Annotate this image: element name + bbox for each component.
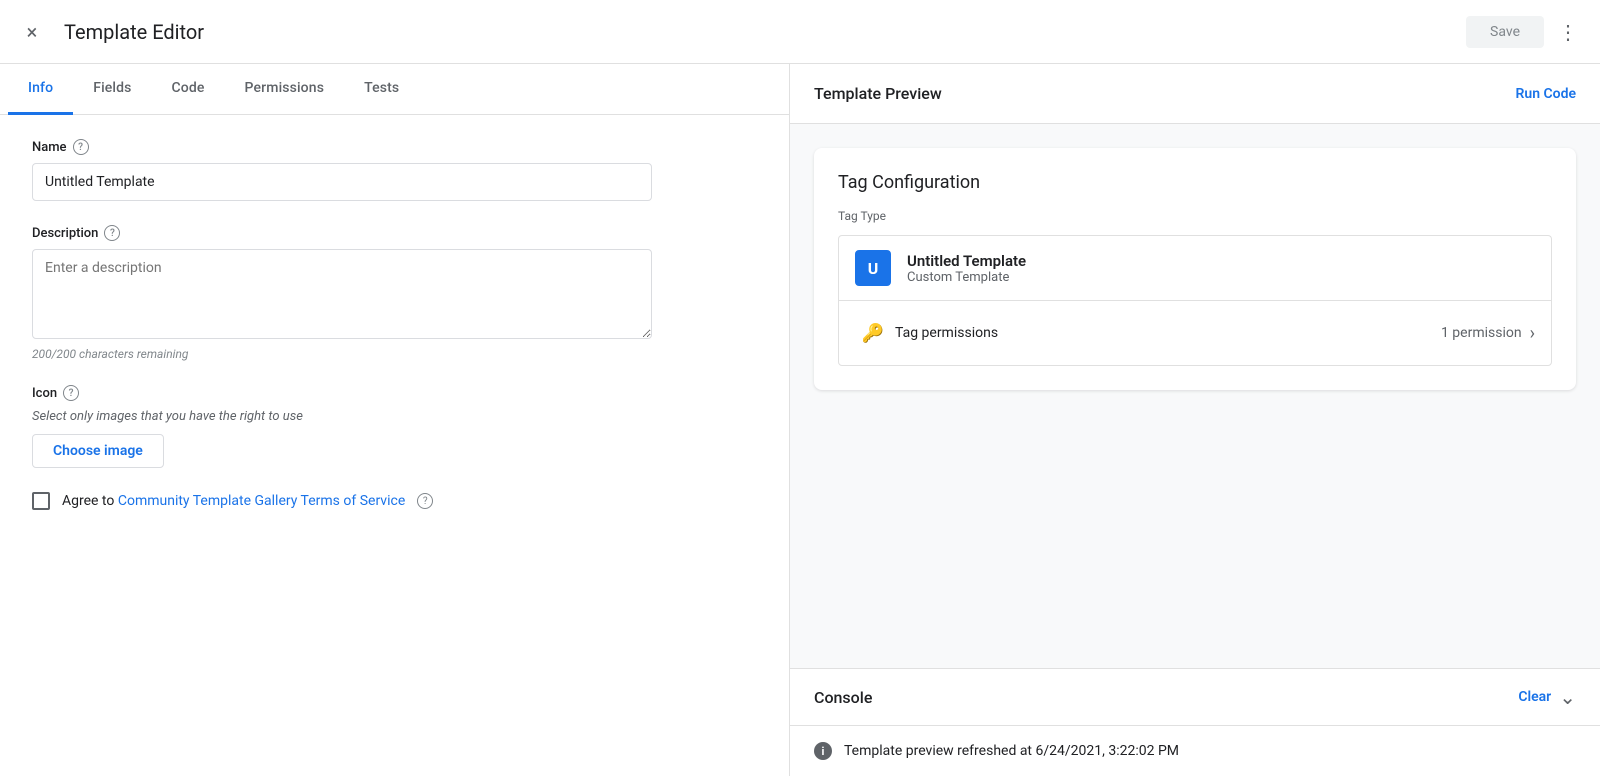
console-clear-button[interactable]: Clear: [1518, 689, 1551, 705]
more-options-icon[interactable]: ⋮: [1552, 16, 1584, 48]
tag-config-title: Tag Configuration: [838, 172, 1552, 193]
page-title: Template Editor: [64, 20, 204, 44]
tab-fields[interactable]: Fields: [73, 64, 151, 115]
tab-permissions[interactable]: Permissions: [225, 64, 345, 115]
header-right: Save ⋮: [1466, 16, 1584, 48]
tab-info[interactable]: Info: [8, 64, 73, 115]
app-header: × Template Editor Save ⋮: [0, 0, 1600, 64]
icon-field-group: Icon ? Select only images that you have …: [32, 385, 757, 468]
tabs-container: Info Fields Code Permissions Tests: [0, 64, 789, 115]
preview-header: Template Preview Run Code: [790, 64, 1600, 124]
tag-info: Untitled Template Custom Template: [907, 252, 1026, 285]
key-icon: 🔑: [855, 315, 891, 351]
name-help-icon[interactable]: ?: [73, 139, 89, 155]
console-title: Console: [814, 688, 872, 707]
icon-help-icon[interactable]: ?: [63, 385, 79, 401]
icon-label: Icon ?: [32, 385, 757, 401]
description-label: Description ?: [32, 225, 757, 241]
tos-link[interactable]: Community Template Gallery Terms of Serv…: [118, 493, 405, 509]
left-content: Name ? Description ? 200/200 characters …: [0, 115, 789, 776]
close-icon[interactable]: ×: [16, 16, 48, 48]
tag-type-label: Tag Type: [838, 209, 1552, 223]
chevron-right-icon: ›: [1530, 323, 1535, 344]
console-message: Template preview refreshed at 6/24/2021,…: [844, 743, 1179, 759]
tab-tests[interactable]: Tests: [344, 64, 419, 115]
name-input[interactable]: [32, 163, 652, 201]
description-input[interactable]: [32, 249, 652, 339]
console-section: Console Clear ⌄ i Template preview refre…: [790, 668, 1600, 776]
console-header: Console Clear ⌄: [790, 669, 1600, 726]
preview-title: Template Preview: [814, 84, 942, 103]
header-left: × Template Editor: [16, 16, 204, 48]
left-panel: Info Fields Code Permissions Tests Name …: [0, 64, 790, 776]
tos-checkbox-row: Agree to Community Template Gallery Term…: [32, 492, 757, 510]
tag-permissions-row[interactable]: 🔑 Tag permissions 1 permission ›: [838, 300, 1552, 366]
char-count: 200/200 characters remaining: [32, 347, 757, 361]
description-help-icon[interactable]: ?: [104, 225, 120, 241]
console-log: i Template preview refreshed at 6/24/202…: [790, 726, 1600, 776]
tos-label: Agree to Community Template Gallery Term…: [62, 493, 405, 509]
preview-area: Tag Configuration Tag Type U Untitled Te…: [790, 124, 1600, 668]
tos-checkbox[interactable]: [32, 492, 50, 510]
permissions-count: 1 permission: [1441, 325, 1522, 341]
run-code-button[interactable]: Run Code: [1516, 86, 1577, 102]
main-layout: Info Fields Code Permissions Tests Name …: [0, 64, 1600, 776]
tag-name: Untitled Template: [907, 252, 1026, 270]
console-collapse-icon[interactable]: ⌄: [1559, 685, 1576, 709]
tag-config-card: Tag Configuration Tag Type U Untitled Te…: [814, 148, 1576, 390]
description-field-group: Description ? 200/200 characters remaini…: [32, 225, 757, 361]
tos-help-icon[interactable]: ?: [417, 493, 433, 509]
name-label: Name ?: [32, 139, 757, 155]
tab-code[interactable]: Code: [152, 64, 225, 115]
permissions-label: Tag permissions: [895, 325, 1441, 341]
tag-subtitle: Custom Template: [907, 270, 1026, 285]
right-panel: Template Preview Run Code Tag Configurat…: [790, 64, 1600, 776]
tag-icon: U: [855, 250, 891, 286]
tag-type-row[interactable]: U Untitled Template Custom Template: [838, 235, 1552, 300]
console-actions: Clear ⌄: [1518, 685, 1576, 709]
choose-image-button[interactable]: Choose image: [32, 434, 164, 468]
save-button[interactable]: Save: [1466, 16, 1544, 48]
icon-hint: Select only images that you have the rig…: [32, 409, 757, 424]
name-field-group: Name ?: [32, 139, 757, 201]
info-icon: i: [814, 742, 832, 760]
